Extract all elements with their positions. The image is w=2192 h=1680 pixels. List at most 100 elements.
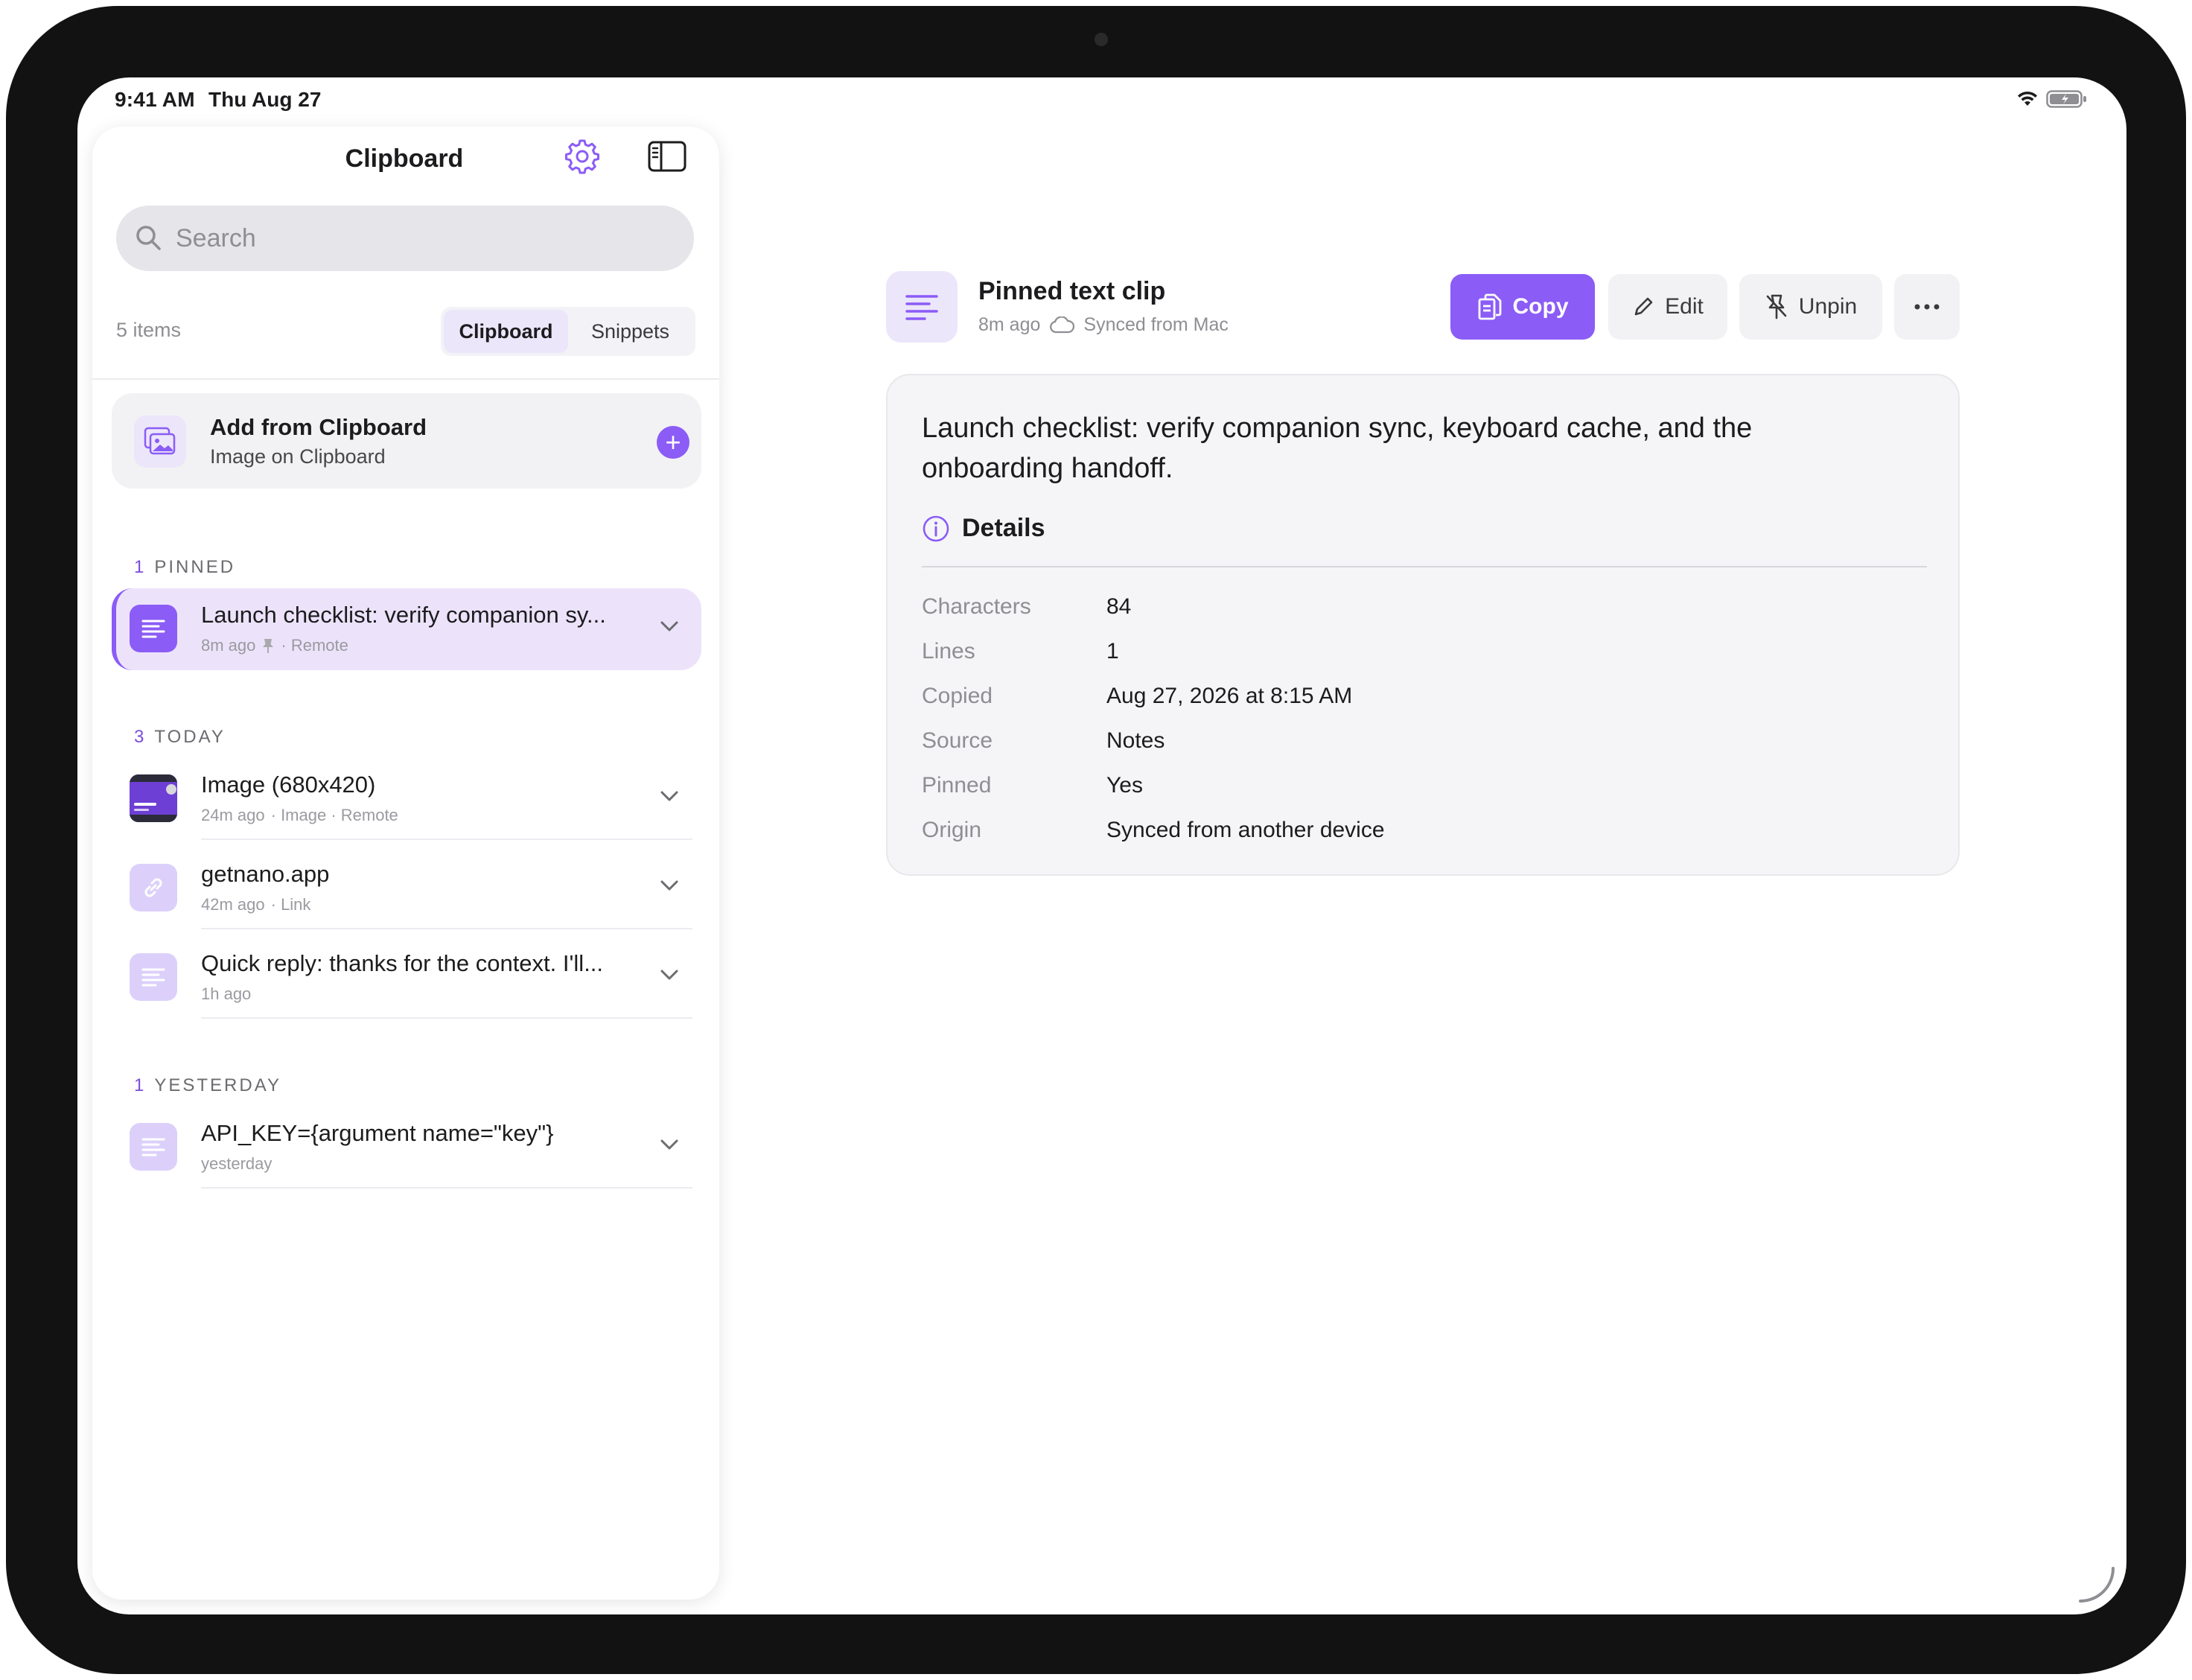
list-item-title: Image (680x420)	[201, 771, 376, 798]
divider	[92, 378, 719, 380]
unpin-button-label: Unpin	[1798, 294, 1858, 319]
status-time: 9:41 AM	[115, 88, 195, 111]
chevron-down-icon[interactable]	[658, 1133, 681, 1156]
edit-button[interactable]: Edit	[1608, 274, 1727, 340]
search-placeholder: Search	[176, 223, 256, 252]
chevron-down-icon[interactable]	[658, 615, 681, 637]
divider	[201, 839, 692, 840]
clipboard-snippets-segmented-control: Clipboard Snippets	[441, 307, 695, 356]
text-lines-icon	[130, 1123, 177, 1171]
list-item-time: 1h ago	[201, 984, 252, 1003]
detail-title: Pinned text clip	[978, 277, 1166, 305]
add-card-title: Add from Clipboard	[210, 414, 427, 440]
detail-sync-status: Synced from Mac	[1083, 314, 1229, 335]
text-lines-icon	[130, 605, 177, 652]
sidebar-title: Clipboard	[345, 144, 464, 173]
text-lines-icon	[130, 953, 177, 1001]
add-card-subtitle: Image on Clipboard	[210, 445, 386, 468]
more-button[interactable]	[1894, 274, 1960, 340]
wifi-icon	[2018, 91, 2037, 106]
detail-field-label: Pinned	[922, 773, 992, 798]
detail-field-label: Origin	[922, 818, 982, 842]
add-plus-button[interactable]: +	[657, 426, 689, 459]
copy-icon	[1478, 293, 1501, 320]
list-item-time: 8m ago	[201, 636, 256, 655]
section-count: 3	[134, 727, 144, 747]
status-bar: 9:41 AM Thu Aug 27	[77, 77, 2126, 125]
detail-meta: 8m ago Synced from Mac	[978, 314, 1229, 336]
detail-field-label: Lines	[922, 639, 975, 664]
chevron-down-icon[interactable]	[658, 964, 681, 986]
list-item[interactable]: Image (680x420) 24m ago · Image · Remote	[112, 758, 701, 840]
list-item-title: getnano.app	[201, 861, 330, 887]
text-lines-icon	[886, 271, 958, 343]
battery-icon	[2046, 90, 2086, 108]
cloud-icon	[1050, 316, 1075, 333]
detail-field-value: Yes	[1106, 773, 1143, 798]
detail-field-label: Characters	[922, 594, 1031, 619]
section-title: TODAY	[154, 727, 226, 747]
clip-detail-card: Launch checklist: verify companion sync,…	[886, 374, 1960, 876]
resize-corner-indicator	[2079, 1567, 2115, 1603]
detail-field-value: Notes	[1106, 728, 1165, 753]
divider	[201, 1017, 692, 1019]
list-item[interactable]: API_KEY={argument name="key"} yesterday	[112, 1107, 701, 1189]
detail-field-value: 84	[1106, 594, 1132, 619]
chevron-down-icon[interactable]	[658, 785, 681, 807]
chevron-down-icon[interactable]	[658, 874, 681, 897]
list-item-time: 42m ago	[201, 895, 265, 914]
detail-field-label: Copied	[922, 684, 993, 708]
detail-field-value: 1	[1106, 639, 1119, 664]
screen: 9:41 AM Thu Aug 27 Clipboard Search 5 it…	[77, 77, 2126, 1614]
list-item-tags: · Image · Remote	[270, 806, 398, 824]
pin-slash-icon	[1766, 294, 1787, 319]
search-icon	[136, 226, 161, 250]
tab-clipboard[interactable]: Clipboard	[444, 310, 568, 353]
pencil-icon	[1634, 297, 1653, 316]
edit-button-label: Edit	[1665, 294, 1704, 319]
item-count: 5 items	[116, 319, 182, 341]
tab-snippets[interactable]: Snippets	[568, 310, 692, 353]
ellipsis-icon	[1914, 304, 1940, 310]
status-icons	[2016, 89, 2088, 109]
list-item-time: yesterday	[201, 1154, 273, 1173]
section-header-pinned: 1 PINNED	[134, 557, 235, 578]
divider	[201, 1187, 692, 1189]
section-title: YESTERDAY	[154, 1075, 281, 1095]
unpin-button[interactable]: Unpin	[1739, 274, 1882, 340]
section-count: 1	[134, 1075, 144, 1095]
section-header-today: 3 TODAY	[134, 727, 226, 748]
section-count: 1	[134, 557, 144, 577]
gear-icon[interactable]	[563, 137, 602, 176]
copy-button[interactable]: Copy	[1450, 274, 1595, 340]
search-input[interactable]: Search	[116, 206, 694, 271]
list-item[interactable]: getnano.app 42m ago · Link	[112, 847, 701, 929]
status-date: Thu Aug 27	[208, 88, 322, 111]
pin-icon	[263, 639, 274, 653]
link-icon	[130, 864, 177, 911]
list-item[interactable]: Quick reply: thanks for the context. I'l…	[112, 937, 701, 1019]
list-item-tags: · Link	[270, 895, 311, 914]
list-item-tags: · Remote	[281, 636, 348, 655]
details-heading: Details	[922, 514, 1045, 543]
sidebar: Clipboard Search 5 items Clipboard Snipp…	[92, 127, 719, 1600]
info-icon	[923, 515, 949, 541]
device-bezel: 9:41 AM Thu Aug 27 Clipboard Search 5 it…	[6, 6, 2186, 1674]
detail-field-value: Synced from another device	[1106, 818, 1385, 842]
list-item-title: API_KEY={argument name="key"}	[201, 1120, 554, 1146]
detail-time: 8m ago	[978, 314, 1041, 335]
section-header-yesterday: 1 YESTERDAY	[134, 1075, 281, 1096]
clip-content: Launch checklist: verify companion sync,…	[922, 413, 1753, 484]
list-item-title: Quick reply: thanks for the context. I'l…	[201, 950, 604, 976]
add-from-clipboard-card[interactable]: Add from Clipboard Image on Clipboard +	[112, 393, 701, 489]
list-item[interactable]: Launch checklist: verify companion sy...…	[112, 588, 701, 670]
list-item-title: Launch checklist: verify companion sy...	[201, 602, 606, 628]
photo-stack-icon	[134, 416, 186, 468]
details-heading-label: Details	[962, 514, 1045, 542]
copy-button-label: Copy	[1512, 294, 1569, 319]
sidebar-toggle-icon[interactable]	[648, 140, 686, 173]
list-item-time: 24m ago	[201, 806, 265, 824]
detail-field-value: Aug 27, 2026 at 8:15 AM	[1106, 684, 1353, 708]
detail-field-label: Source	[922, 728, 993, 753]
front-camera	[1095, 33, 1108, 46]
